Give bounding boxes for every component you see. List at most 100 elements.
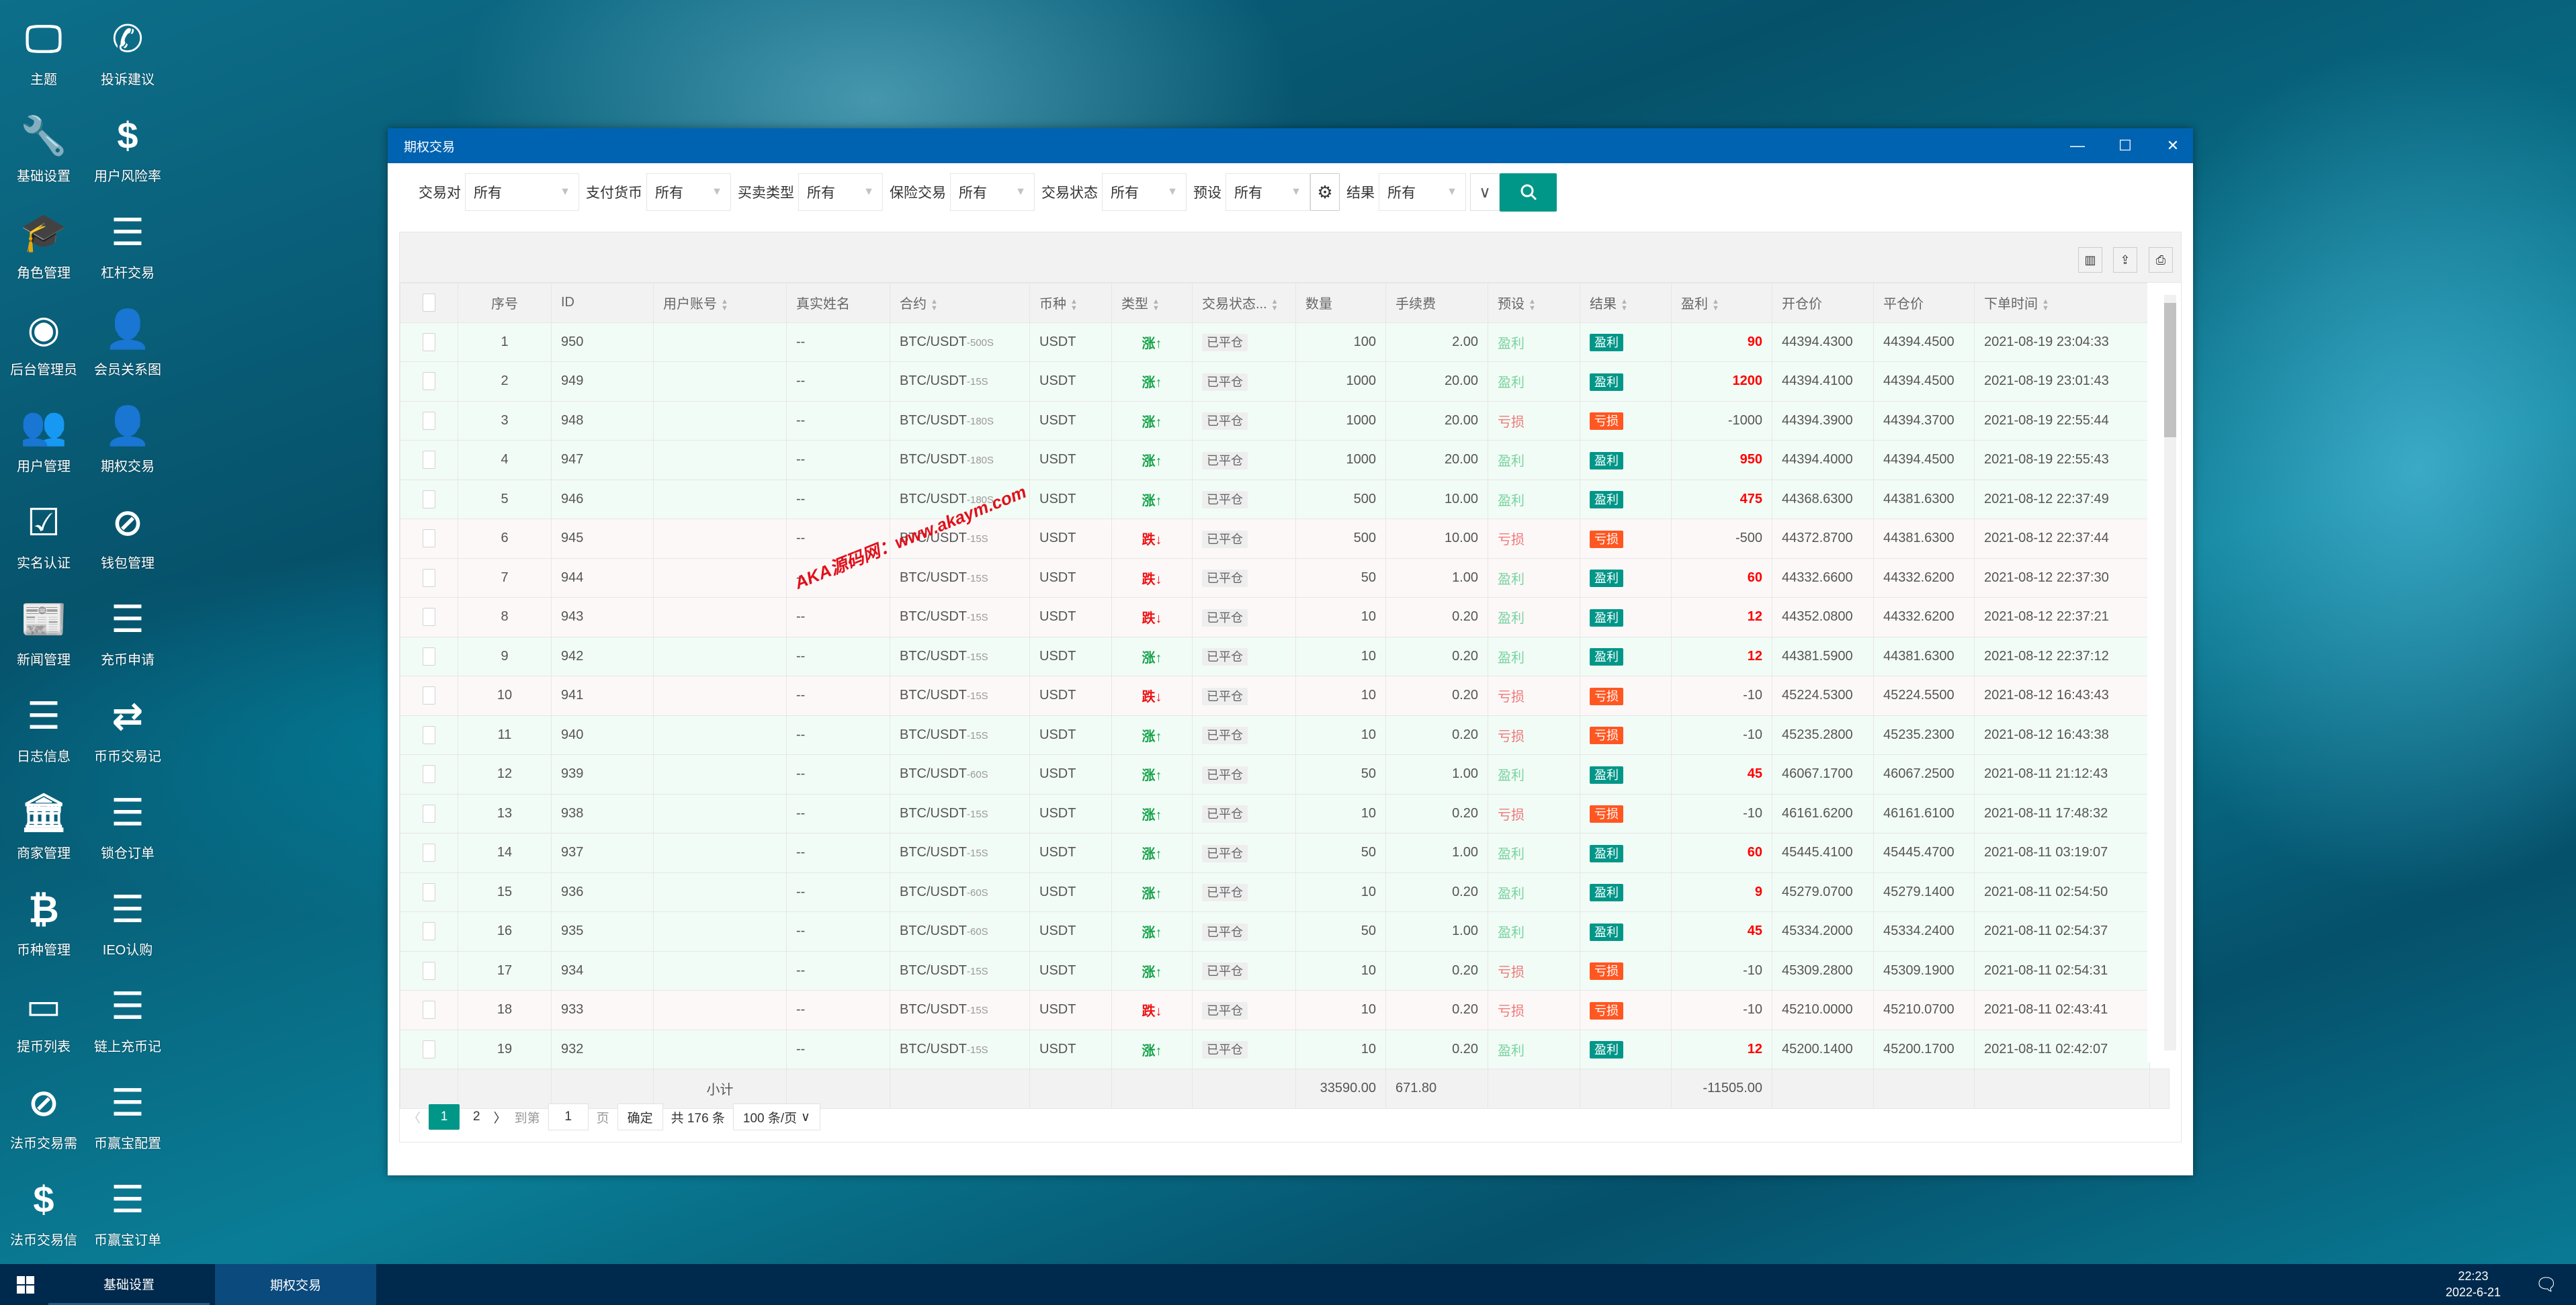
column-header[interactable]: 用户账号 ▲ ▼	[653, 283, 787, 323]
row-checkbox[interactable]	[423, 883, 435, 901]
sort-icon[interactable]: ▲ ▼	[1621, 298, 1628, 312]
desktop-icon[interactable]: ⇄ 币币交易记	[84, 689, 171, 776]
row-checkbox[interactable]	[423, 568, 435, 587]
desktop-icon[interactable]: 🖵 主题	[0, 12, 87, 99]
table-row[interactable]: 18 933 -- BTC/USDT-15S USDT 跌↓ 已平仓 10 0.…	[400, 990, 2170, 1030]
desktop-icon[interactable]: $ 法币交易信	[0, 1173, 87, 1260]
columns-filter-icon[interactable]: ▥	[2078, 247, 2102, 273]
row-checkbox[interactable]	[423, 844, 435, 862]
select-all-checkbox[interactable]	[423, 294, 435, 312]
desktop-icon[interactable]: ☰ 锁仓订单	[84, 786, 171, 873]
sort-icon[interactable]: ▲ ▼	[1070, 298, 1078, 312]
column-header[interactable]: 预设 ▲ ▼	[1488, 283, 1580, 323]
desktop-icon[interactable]: ▭ 提币列表	[0, 979, 87, 1067]
export-icon[interactable]: ⇪	[2113, 247, 2137, 273]
table-row[interactable]: 12 939 -- BTC/USDT-60S USDT 涨↑ 已平仓 50 1.…	[400, 754, 2170, 795]
sort-icon[interactable]: ▲ ▼	[1529, 298, 1536, 312]
filter-select[interactable]: 所有 ▼	[646, 173, 731, 211]
column-header[interactable]: 结果 ▲ ▼	[1580, 283, 1672, 323]
row-checkbox[interactable]	[423, 961, 435, 980]
clock[interactable]: 22:23 2022-6-21	[2446, 1268, 2501, 1300]
table-row[interactable]: 4 947 -- BTC/USDT-180S USDT 涨↑ 已平仓 1000 …	[400, 440, 2170, 480]
table-row[interactable]: 3 948 -- BTC/USDT-180S USDT 涨↑ 已平仓 1000 …	[400, 400, 2170, 441]
desktop-icon[interactable]: ☰ 充币申请	[84, 592, 171, 680]
row-checkbox[interactable]	[423, 725, 435, 744]
filter-select[interactable]: 所有 ▼	[1226, 173, 1310, 211]
close-button[interactable]: ✕	[2153, 128, 2193, 163]
next-page-button[interactable]: 〉	[494, 1108, 507, 1126]
column-header[interactable]: 币种 ▲ ▼	[1029, 283, 1112, 323]
notification-icon[interactable]: 🗨	[2533, 1264, 2560, 1305]
desktop-icon[interactable]: 🔧 基础设置	[0, 109, 87, 196]
search-button[interactable]	[1500, 173, 1557, 212]
desktop-icon[interactable]: ☑ 实名认证	[0, 496, 87, 583]
row-checkbox[interactable]	[423, 529, 435, 548]
page-input[interactable]: 1	[548, 1104, 589, 1130]
table-row[interactable]: 8 943 -- BTC/USDT-15S USDT 跌↓ 已平仓 10 0.2…	[400, 597, 2170, 637]
filter-select[interactable]: 所有 ▼	[1102, 173, 1187, 211]
gear-icon[interactable]: ⚙	[1310, 173, 1340, 211]
desktop-icon[interactable]: ₿ 币种管理	[0, 883, 87, 970]
table-row[interactable]: 7 944 -- BTC/USDT-15S USDT 跌↓ 已平仓 50 1.0…	[400, 557, 2170, 598]
column-header[interactable]: 盈利 ▲ ▼	[1671, 283, 1772, 323]
sort-icon[interactable]: ▲ ▼	[1271, 298, 1279, 312]
table-row[interactable]: 2 949 -- BTC/USDT-15S USDT 涨↑ 已平仓 1000 2…	[400, 361, 2170, 402]
row-checkbox[interactable]	[423, 765, 435, 784]
row-checkbox[interactable]	[423, 804, 435, 823]
scroll-thumb[interactable]	[2164, 303, 2176, 437]
row-checkbox[interactable]	[423, 686, 435, 705]
page-1-button[interactable]: 1	[429, 1104, 460, 1130]
table-row[interactable]: 13 938 -- BTC/USDT-15S USDT 涨↑ 已平仓 10 0.…	[400, 793, 2170, 834]
start-button[interactable]	[12, 1264, 39, 1305]
row-checkbox[interactable]	[423, 490, 435, 508]
sort-icon[interactable]: ▲ ▼	[931, 298, 938, 312]
filter-select[interactable]: 所有 ▼	[950, 173, 1035, 211]
row-checkbox[interactable]	[423, 372, 435, 391]
maximize-button[interactable]: ☐	[2105, 128, 2145, 163]
table-row[interactable]: 16 935 -- BTC/USDT-60S USDT 涨↑ 已平仓 50 1.…	[400, 911, 2170, 952]
desktop-icon[interactable]: 👤 会员关系图	[84, 302, 171, 390]
desktop-icon[interactable]: ☰ 杠杆交易	[84, 206, 171, 293]
sort-icon[interactable]: ▲ ▼	[2042, 298, 2049, 312]
sort-icon[interactable]: ▲ ▼	[1152, 298, 1160, 312]
desktop-icon[interactable]: ◉ 后台管理员	[0, 302, 87, 390]
column-header[interactable]: 交易状态... ▲ ▼	[1192, 283, 1296, 323]
taskbar-item-basic-settings[interactable]: 基础设置	[48, 1264, 210, 1305]
desktop-icon[interactable]: ☰ 币赢宝配置	[84, 1076, 171, 1163]
desktop-icon[interactable]: 🏛 商家管理	[0, 786, 87, 873]
filter-select[interactable]: 所有 ▼	[1379, 173, 1466, 211]
desktop-icon[interactable]: ☰ 链上充币记	[84, 979, 171, 1067]
desktop-icon[interactable]: 👤 期权交易	[84, 399, 171, 486]
confirm-button[interactable]: 确定	[617, 1104, 663, 1130]
row-checkbox[interactable]	[423, 411, 435, 430]
row-checkbox[interactable]	[423, 922, 435, 941]
column-header[interactable]: 类型 ▲ ▼	[1111, 283, 1193, 323]
sort-icon[interactable]: ▲ ▼	[721, 298, 728, 312]
expand-filters-button[interactable]: ∨	[1470, 173, 1500, 211]
filter-select[interactable]: 所有 ▼	[465, 173, 579, 211]
row-checkbox[interactable]	[423, 451, 435, 469]
table-row[interactable]: 14 937 -- BTC/USDT-15S USDT 涨↑ 已平仓 50 1.…	[400, 833, 2170, 873]
taskbar-item-options-trading[interactable]: 期权交易	[215, 1264, 376, 1305]
desktop-icon[interactable]: ⊘ 法币交易需	[0, 1076, 87, 1163]
row-checkbox[interactable]	[423, 332, 435, 351]
desktop-icon[interactable]: 📰 新闻管理	[0, 592, 87, 680]
page-size-select[interactable]: 100 条/页 ∨	[732, 1104, 820, 1130]
table-row[interactable]: 19 932 -- BTC/USDT-15S USDT 涨↑ 已平仓 10 0.…	[400, 1029, 2170, 1069]
row-checkbox[interactable]	[423, 1040, 435, 1059]
table-row[interactable]: 9 942 -- BTC/USDT-15S USDT 涨↑ 已平仓 10 0.2…	[400, 636, 2170, 676]
desktop-icon[interactable]: ☰ 日志信息	[0, 689, 87, 776]
filter-select[interactable]: 所有 ▼	[798, 173, 883, 211]
desktop-icon[interactable]: ✆ 投诉建议	[84, 12, 171, 99]
table-row[interactable]: 15 936 -- BTC/USDT-60S USDT 涨↑ 已平仓 10 0.…	[400, 872, 2170, 912]
desktop-icon[interactable]: 👥 用户管理	[0, 399, 87, 486]
prev-page-button[interactable]: 〈	[408, 1108, 421, 1126]
table-row[interactable]: 6 945 -- BTC/USDT-15S USDT 跌↓ 已平仓 500 10…	[400, 519, 2170, 559]
minimize-button[interactable]: —	[2057, 128, 2098, 163]
vertical-scrollbar[interactable]	[2147, 283, 2181, 1063]
table-row[interactable]: 1 950 -- BTC/USDT-500S USDT 涨↑ 已平仓 100 2…	[400, 322, 2170, 362]
print-icon[interactable]: ⎙	[2149, 247, 2173, 273]
page-2-button[interactable]: 2	[468, 1110, 486, 1124]
desktop-icon[interactable]: ⊘ 钱包管理	[84, 496, 171, 583]
window-titlebar[interactable]: 期权交易 — ☐ ✕	[388, 128, 2193, 163]
